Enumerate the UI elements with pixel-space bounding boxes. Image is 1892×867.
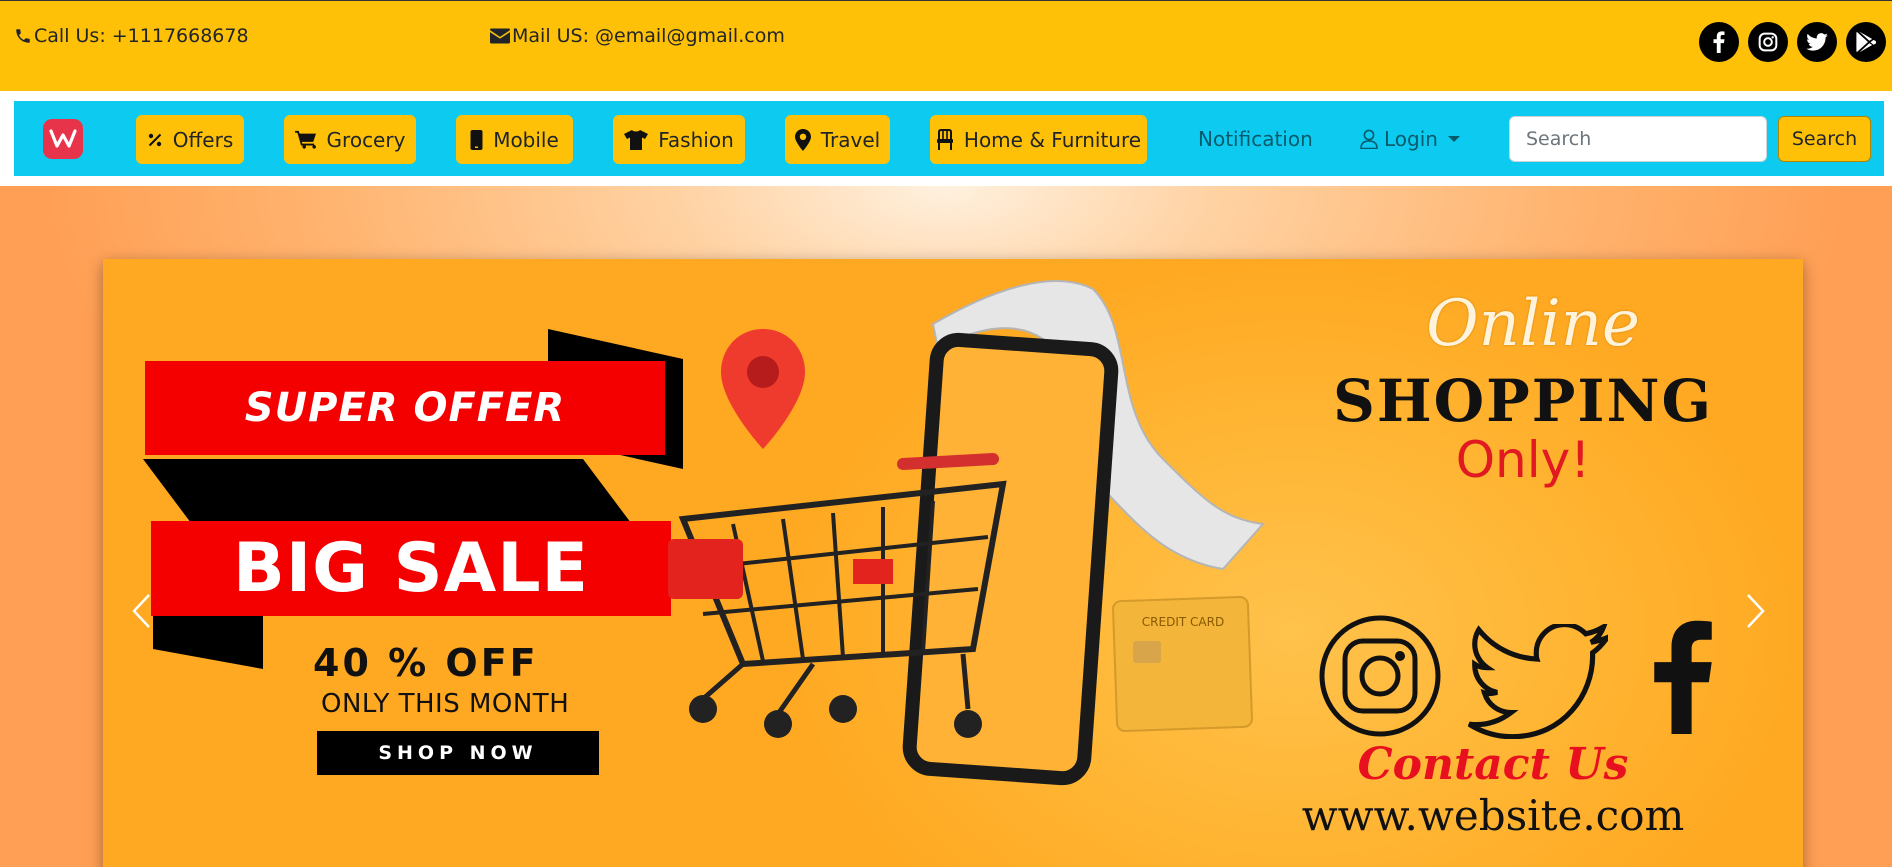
- contact-us-text: Contact Us: [1357, 739, 1629, 790]
- search-input[interactable]: [1509, 116, 1767, 162]
- super-offer-text: SUPER OFFER: [145, 361, 665, 455]
- nav-travel-label: Travel: [820, 127, 881, 152]
- twitter-icon: [1468, 624, 1608, 739]
- shopping-text: SHOPPING: [1332, 367, 1714, 435]
- big-sale-text: BIG SALE: [151, 521, 671, 616]
- nav-grocery-button[interactable]: Grocery: [284, 115, 416, 164]
- chevron-left-icon: [132, 594, 150, 628]
- nav-offers-button[interactable]: Offers: [136, 115, 244, 164]
- discount-text: 40 % OFF: [313, 641, 539, 685]
- user-icon: [1360, 129, 1378, 149]
- phone-contact: Call Us: +1117668678: [14, 25, 249, 47]
- nav-fashion-label: Fashion: [658, 127, 734, 152]
- social-links: [1699, 22, 1886, 62]
- search-button[interactable]: Search: [1778, 116, 1871, 162]
- instagram-icon[interactable]: [1748, 22, 1788, 62]
- chevron-down-icon: [1447, 136, 1460, 142]
- chair-icon: [936, 128, 953, 150]
- notification-link[interactable]: Notification: [1198, 127, 1313, 151]
- nav-mobile-label: Mobile: [493, 127, 559, 152]
- top-contact-bar: Call Us: +1117668678 Mail US: @email@gma…: [0, 0, 1892, 91]
- login-dropdown[interactable]: Login: [1360, 127, 1460, 151]
- search-button-label: Search: [1791, 128, 1858, 150]
- percent-icon: [148, 133, 161, 146]
- hero-carousel: SUPER OFFER BIG SALE 40 % OFF ONLY THIS …: [0, 186, 1892, 867]
- brand-logo-icon[interactable]: [43, 119, 83, 159]
- carousel-next-button[interactable]: [1726, 571, 1786, 651]
- credit-card-text: CREDIT CARD: [1142, 615, 1224, 629]
- online-text: Online: [1426, 287, 1640, 361]
- phone-icon: [16, 29, 30, 43]
- nav-home-furniture-label: Home & Furniture: [963, 127, 1142, 152]
- cart-icon: [294, 130, 316, 149]
- website-text: www.website.com: [1301, 791, 1685, 840]
- nav-grocery-label: Grocery: [326, 127, 406, 152]
- main-navbar: Offers Grocery Mobile Fashion Travel Hom…: [14, 101, 1884, 176]
- promo-banner-image: SUPER OFFER BIG SALE 40 % OFF ONLY THIS …: [103, 259, 1803, 867]
- phone-device-icon: [470, 129, 483, 150]
- shop-now-badge: SHOP NOW: [317, 731, 599, 775]
- shirt-icon: [624, 129, 649, 150]
- chevron-right-icon: [1747, 594, 1765, 628]
- location-pin-icon: [794, 128, 811, 151]
- nav-fashion-button[interactable]: Fashion: [613, 115, 745, 164]
- facebook-icon: [1654, 620, 1712, 734]
- envelope-icon: [490, 28, 510, 44]
- google-play-icon[interactable]: [1846, 22, 1886, 62]
- nav-offers-label: Offers: [172, 127, 234, 152]
- carousel-prev-button[interactable]: [111, 571, 171, 651]
- shopping-cart-phone-graphic: CREDIT CARD: [668, 280, 1266, 786]
- nav-home-furniture-button[interactable]: Home & Furniture: [930, 115, 1147, 164]
- mail-contact: Mail US: @email@gmail.com: [490, 25, 785, 47]
- facebook-icon[interactable]: [1699, 22, 1739, 62]
- phone-label: Call Us: +1117668678: [34, 25, 249, 47]
- only-text: Only!: [1455, 431, 1591, 489]
- nav-mobile-button[interactable]: Mobile: [456, 115, 573, 164]
- twitter-icon[interactable]: [1797, 22, 1837, 62]
- period-text: ONLY THIS MONTH: [321, 689, 570, 719]
- instagram-icon: [1319, 615, 1441, 737]
- notification-label: Notification: [1198, 127, 1313, 151]
- mail-label: Mail US: @email@gmail.com: [512, 25, 785, 47]
- nav-travel-button[interactable]: Travel: [785, 115, 890, 164]
- login-label: Login: [1384, 127, 1438, 151]
